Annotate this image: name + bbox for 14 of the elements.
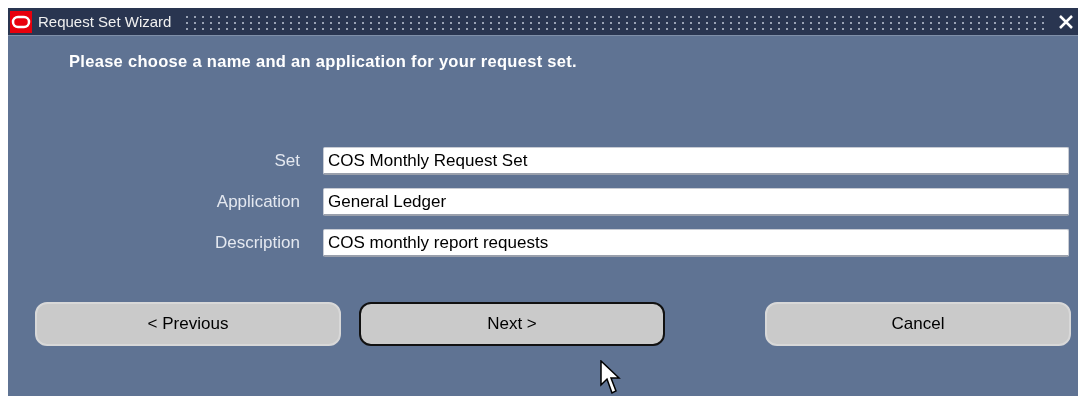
instruction-text: Please choose a name and an application for your request set. <box>69 52 578 71</box>
wizard-button[interactable]: Cancel <box>765 302 1071 346</box>
wizard-button[interactable]: < Previous <box>35 302 341 346</box>
field-label: Set <box>273 151 300 171</box>
wizard-button[interactable]: Next > <box>359 302 665 346</box>
mouse-pointer-icon <box>600 360 624 396</box>
field-label: Description <box>213 233 300 253</box>
text-field[interactable]: COS monthly report requests <box>323 229 1069 257</box>
close-icon[interactable] <box>1058 13 1074 30</box>
text-field[interactable]: COS Monthly Request Set <box>323 147 1069 175</box>
field-label: Application <box>215 192 300 212</box>
logo-icon <box>10 10 32 33</box>
window-title: Request Set Wizard <box>38 13 172 30</box>
text-field[interactable]: General Ledger <box>323 188 1069 216</box>
